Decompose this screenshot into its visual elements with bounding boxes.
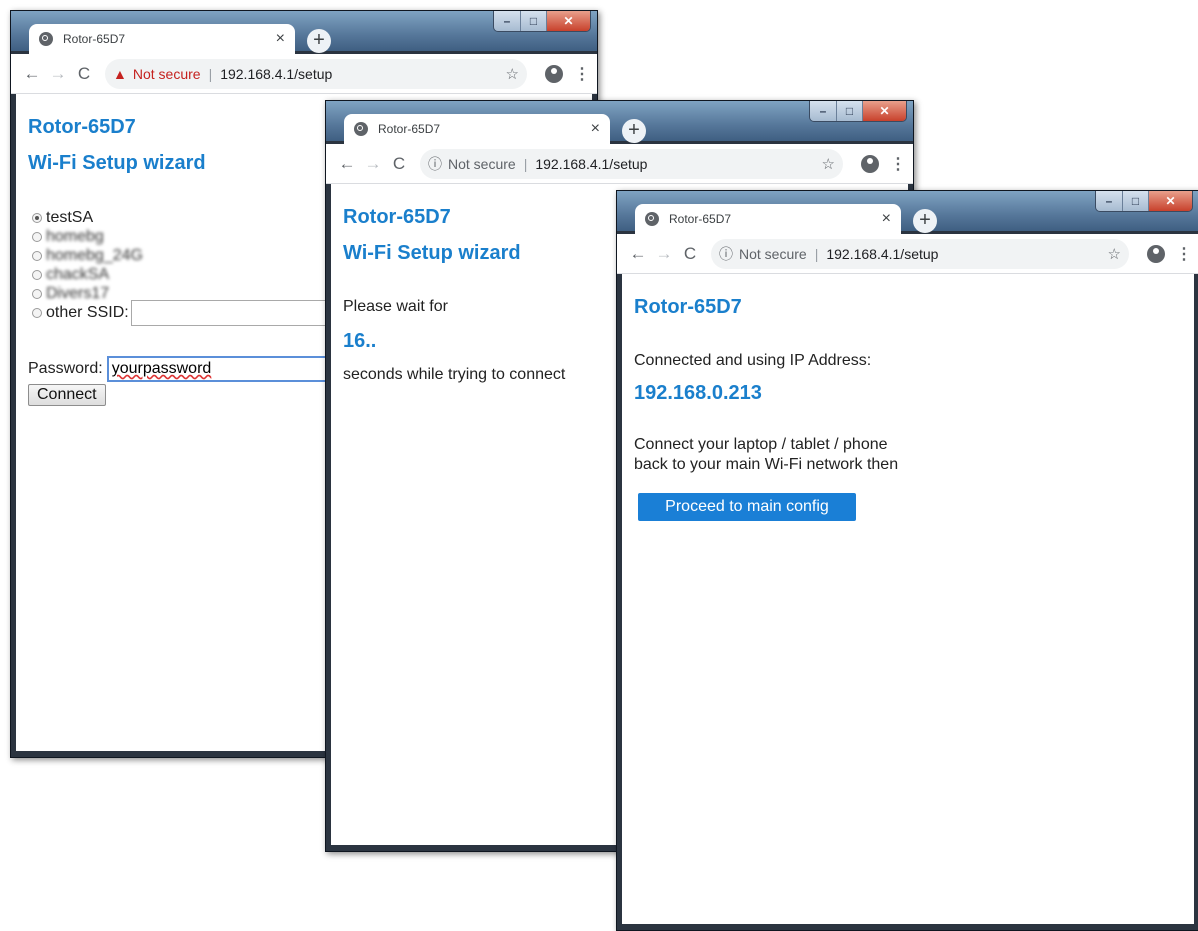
instruction-line-1: Connect your laptop / tablet / phone [634,436,888,453]
info-icon[interactable]: ⓘ [428,154,442,174]
star-icon[interactable]: ☆ [822,155,835,173]
reload-icon[interactable]: C [386,154,412,174]
network-option[interactable]: testSA [28,208,371,227]
browser-window-3: – □ ✕ Rotor-65D7 × + ← → C ⓘ Not secure … [616,190,1198,931]
proceed-button[interactable]: Proceed to main config [638,493,856,521]
url-text[interactable]: 192.168.4.1/setup [535,156,815,172]
browser-toolbar: ← → C ▲ Not secure | 192.168.4.1/setup ☆… [11,54,597,94]
globe-icon [354,122,368,136]
security-label[interactable]: Not secure [448,156,516,172]
menu-icon[interactable]: ⋮ [889,154,907,174]
close-tab-icon[interactable]: × [882,210,891,228]
instruction-line-2: back to your main Wi-Fi network then [634,456,899,473]
browser-toolbar: ← → C ⓘ Not secure | 192.168.4.1/setup ☆… [326,144,913,184]
back-icon[interactable]: ← [334,154,360,174]
info-icon[interactable]: ⓘ [719,244,733,264]
maximize-button[interactable]: □ [836,101,862,121]
page-content: Rotor-65D7 Connected and using IP Addres… [622,274,1194,924]
new-tab-button[interactable]: + [307,29,331,53]
page-subtitle: Wi-Fi Setup wizard [343,242,521,264]
close-tab-icon[interactable]: × [276,30,285,48]
security-label[interactable]: Not secure [133,66,201,82]
profile-icon[interactable] [545,64,563,83]
profile-icon[interactable] [861,154,879,173]
close-tab-icon[interactable]: × [591,120,600,138]
forward-icon[interactable]: → [651,244,677,264]
close-window-button[interactable]: ✕ [546,11,590,31]
address-bar[interactable]: ▲ Not secure | 192.168.4.1/setup ☆ [105,58,527,89]
minimize-button[interactable]: – [494,11,520,31]
window-controls: – □ ✕ [809,101,907,122]
reload-icon[interactable]: C [71,64,97,84]
window-controls: – □ ✕ [1095,191,1193,212]
maximize-button[interactable]: □ [520,11,546,31]
browser-tab[interactable]: Rotor-65D7 × [635,204,901,234]
connected-text: Connected and using IP Address: [634,352,872,369]
network-option[interactable]: homebg [28,227,371,246]
tab-title: Rotor-65D7 [63,32,126,46]
password-row: Password: yourpassword [28,356,347,382]
radio-icon[interactable] [32,231,42,242]
profile-icon[interactable] [1147,244,1165,263]
star-icon[interactable]: ☆ [506,65,519,83]
countdown-value: 16.. [343,330,377,352]
maximize-button[interactable]: □ [1122,191,1148,211]
page-title: Rotor-65D7 [343,206,451,228]
browser-tab[interactable]: Rotor-65D7 × [29,24,295,54]
forward-icon[interactable]: → [45,64,71,84]
back-icon[interactable]: ← [625,244,651,264]
forward-icon[interactable]: → [360,154,386,174]
tab-title: Rotor-65D7 [669,212,732,226]
network-option[interactable]: homebg_24G [28,246,371,265]
address-bar[interactable]: ⓘ Not secure | 192.168.4.1/setup ☆ [711,238,1129,269]
menu-icon[interactable]: ⋮ [573,64,591,84]
password-label: Password: [28,360,103,377]
ip-address: 192.168.0.213 [634,382,762,404]
url-text[interactable]: 192.168.4.1/setup [220,66,499,82]
address-bar[interactable]: ⓘ Not secure | 192.168.4.1/setup ☆ [420,148,843,179]
back-icon[interactable]: ← [19,64,45,84]
connecting-text: seconds while trying to connect [343,366,566,383]
close-window-button[interactable]: ✕ [862,101,906,121]
other-ssid-option[interactable]: other SSID: [28,299,371,326]
radio-icon[interactable] [32,307,42,318]
reload-icon[interactable]: C [677,244,703,264]
radio-icon[interactable] [32,269,42,280]
radio-icon[interactable] [32,250,42,261]
globe-icon [645,212,659,226]
page-title: Rotor-65D7 [634,296,742,318]
password-input[interactable]: yourpassword [106,356,347,382]
security-label[interactable]: Not secure [739,246,807,262]
minimize-button[interactable]: – [1096,191,1122,211]
browser-tab[interactable]: Rotor-65D7 × [344,114,610,144]
connect-button[interactable]: Connect [28,384,106,406]
radio-selected-icon[interactable] [32,212,42,223]
minimize-button[interactable]: – [810,101,836,121]
new-tab-button[interactable]: + [622,119,646,143]
page-subtitle: Wi-Fi Setup wizard [28,152,206,174]
page-title: Rotor-65D7 [28,116,136,138]
menu-icon[interactable]: ⋮ [1175,244,1193,264]
new-tab-button[interactable]: + [913,209,937,233]
browser-toolbar: ← → C ⓘ Not secure | 192.168.4.1/setup ☆… [617,234,1198,274]
star-icon[interactable]: ☆ [1108,245,1121,263]
warning-icon[interactable]: ▲ [113,66,127,82]
radio-icon[interactable] [32,288,42,299]
close-window-button[interactable]: ✕ [1148,191,1192,211]
network-option[interactable]: chackSA [28,265,371,284]
network-list: testSA homebg homebg_24G chackSA Divers1… [28,208,371,326]
tab-title: Rotor-65D7 [378,122,441,136]
wait-text: Please wait for [343,298,448,315]
window-controls: – □ ✕ [493,11,591,32]
url-text[interactable]: 192.168.4.1/setup [826,246,1101,262]
globe-icon [39,32,53,46]
